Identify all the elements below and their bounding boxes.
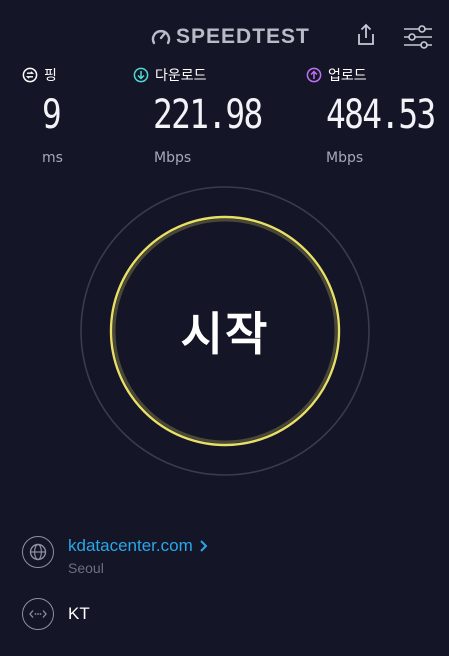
- upload-arrow-icon: [306, 67, 322, 83]
- download-label: 다운로드: [155, 68, 207, 84]
- start-button[interactable]: 시작: [110, 216, 340, 446]
- upload-header: 업로드: [306, 64, 449, 86]
- globe-icon: [22, 536, 54, 568]
- top-bar: SPEEDTEST: [0, 0, 449, 60]
- download-metric: 다운로드 221.98 Mbps: [133, 64, 286, 166]
- share-icon: [358, 23, 374, 45]
- upload-label: 업로드: [328, 68, 367, 84]
- download-value: 221.98: [153, 92, 263, 138]
- server-name: kdatacenter.com: [68, 536, 193, 555]
- server-info: kdatacenter.com Seoul: [22, 536, 208, 576]
- isp-name: KT: [68, 604, 90, 623]
- ping-metric: 핑 9 ms: [22, 64, 64, 166]
- server-link[interactable]: kdatacenter.com: [68, 536, 208, 556]
- download-unit: Mbps: [154, 150, 192, 166]
- download-arrow-icon: [133, 67, 149, 83]
- ping-icon: [22, 67, 38, 83]
- network-dots-icon: [22, 598, 54, 630]
- ping-label: 핑: [44, 68, 57, 84]
- isp-info: KT: [22, 598, 90, 630]
- start-label: 시작: [180, 307, 270, 361]
- upload-metric: 업로드 484.53 Mbps: [306, 64, 449, 166]
- upload-value: 484.53: [326, 92, 436, 138]
- server-location: Seoul: [68, 560, 104, 576]
- download-header: 다운로드: [133, 64, 286, 86]
- chevron-right-icon: [200, 540, 208, 552]
- settings-button[interactable]: [402, 24, 434, 50]
- upload-unit: Mbps: [326, 150, 364, 166]
- logo-text: SPEEDTEST: [176, 25, 310, 48]
- settings-sliders-icon: [404, 25, 432, 49]
- speedtest-logo: SPEEDTEST: [150, 24, 310, 50]
- speedometer-icon: [151, 30, 171, 45]
- ping-unit: ms: [42, 150, 63, 166]
- share-button[interactable]: [354, 22, 378, 48]
- ping-header: 핑: [22, 64, 64, 86]
- ping-value: 9: [42, 92, 62, 138]
